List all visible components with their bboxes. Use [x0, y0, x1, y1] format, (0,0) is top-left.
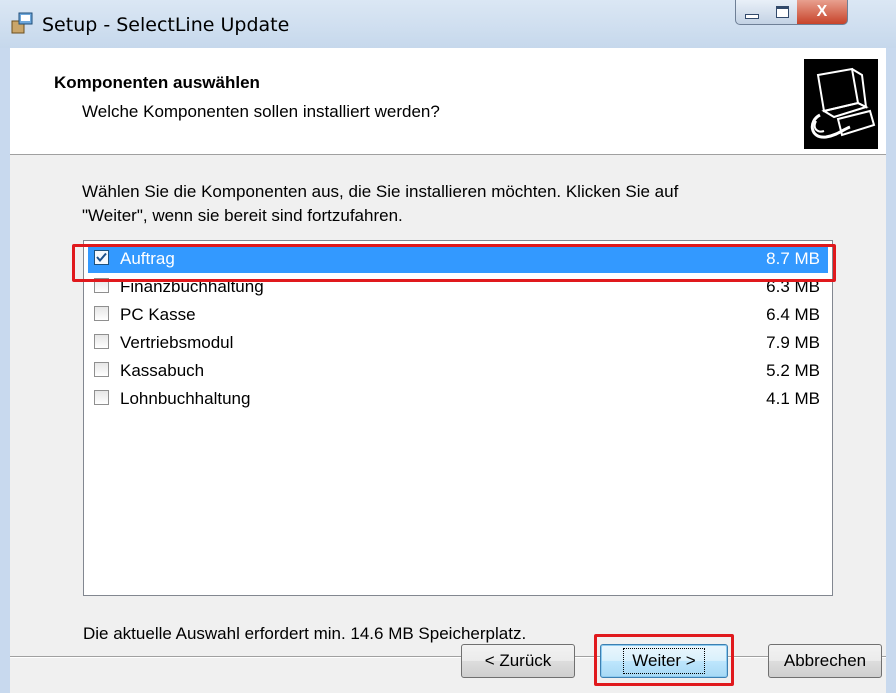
component-size: 6.4 MB	[766, 305, 820, 324]
close-button[interactable]: X	[797, 0, 848, 25]
back-button[interactable]: < Zurück	[461, 644, 575, 678]
installer-icon	[11, 12, 33, 34]
wizard-page: Komponenten auswählen Welche Komponenten…	[10, 48, 886, 693]
page-subtitle: Welche Komponenten sollen installiert we…	[82, 102, 440, 121]
component-label: Lohnbuchhaltung	[120, 389, 251, 408]
highlight-box	[594, 634, 734, 686]
back-button-label: < Zurück	[484, 651, 552, 670]
instruction-line-1: Wählen Sie die Komponenten aus, die Sie …	[82, 182, 679, 201]
component-size: 4.1 MB	[766, 389, 820, 408]
wizard-header: Komponenten auswählen Welche Komponenten…	[10, 48, 886, 155]
component-checkbox[interactable]	[94, 362, 109, 377]
component-label: PC Kasse	[120, 305, 196, 324]
component-checkbox[interactable]	[94, 306, 109, 321]
component-label: Kassabuch	[120, 361, 205, 380]
page-title: Komponenten auswählen	[54, 73, 260, 92]
instruction-line-2: "Weiter", wenn sie bereit sind fortzufah…	[82, 206, 403, 225]
component-size: 7.9 MB	[766, 333, 820, 352]
component-label: Vertriebsmodul	[120, 333, 234, 352]
computer-install-icon	[804, 59, 878, 149]
component-size: 5.2 MB	[766, 361, 820, 380]
highlight-box	[72, 244, 836, 282]
window-title: Setup - SelectLine Update	[42, 14, 290, 36]
disk-space-status: Die aktuelle Auswahl erfordert min. 14.6…	[83, 624, 527, 643]
minimize-button[interactable]	[735, 0, 769, 25]
close-icon: X	[816, 3, 828, 20]
list-item[interactable]: Kassabuch 5.2 MB	[88, 357, 828, 385]
cancel-button[interactable]: Abbrechen	[768, 644, 882, 678]
maximize-button[interactable]	[767, 0, 798, 25]
maximize-icon	[775, 6, 789, 18]
list-item[interactable]: Vertriebsmodul 7.9 MB	[88, 329, 828, 357]
cancel-button-label: Abbrechen	[783, 651, 867, 670]
component-checkbox[interactable]	[94, 390, 109, 405]
component-checkbox[interactable]	[94, 334, 109, 349]
title-bar[interactable]: Setup - SelectLine Update X	[0, 0, 896, 48]
list-item[interactable]: Lohnbuchhaltung 4.1 MB	[88, 385, 828, 413]
instruction-text: Wählen Sie die Komponenten aus, die Sie …	[82, 180, 782, 228]
minimize-icon	[745, 13, 759, 19]
divider	[10, 656, 886, 658]
list-item[interactable]: PC Kasse 6.4 MB	[88, 301, 828, 329]
components-list[interactable]: Auftrag 8.7 MB Finanzbuchhaltung 6.3 MB …	[83, 240, 833, 596]
